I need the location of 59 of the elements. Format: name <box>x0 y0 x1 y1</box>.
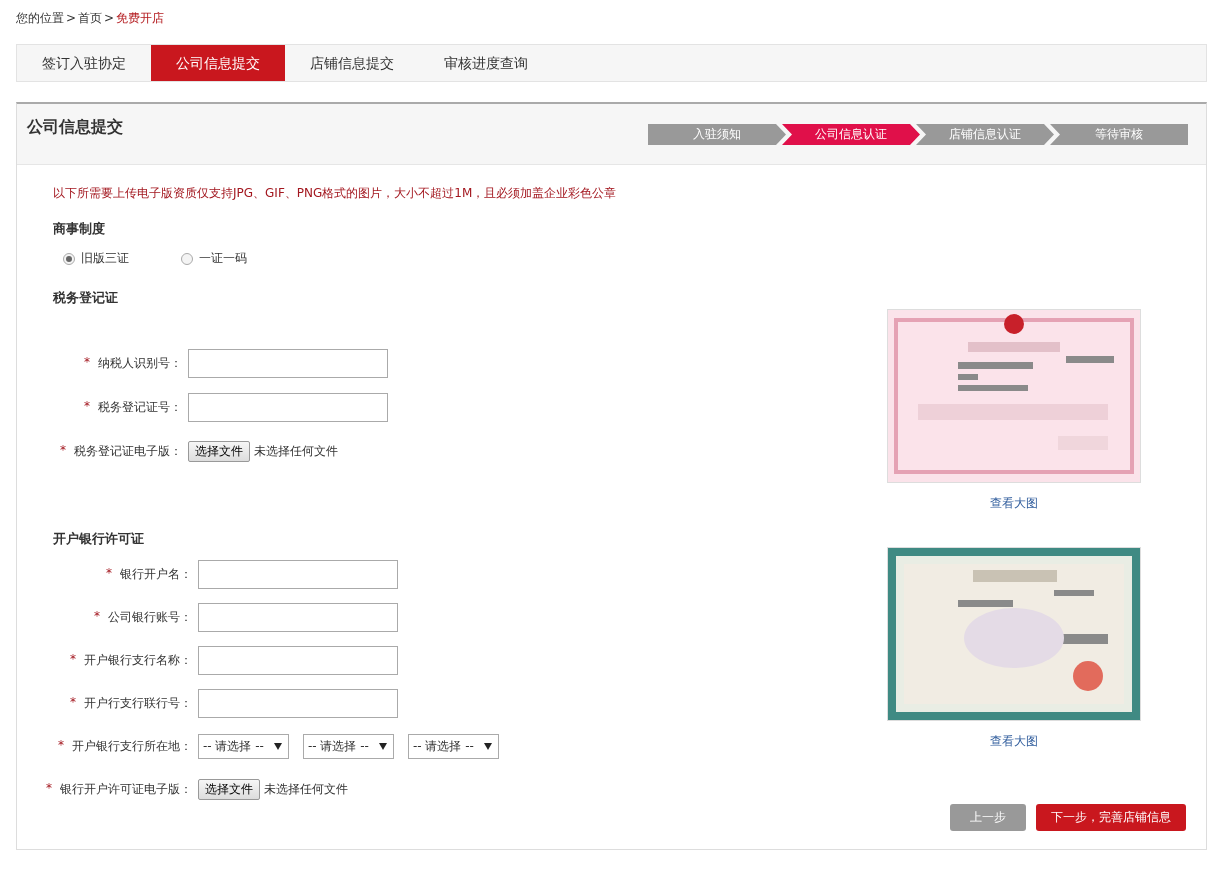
dropdown[interactable]: -- 请选择 -- <box>408 734 499 759</box>
radio-button[interactable] <box>63 252 75 265</box>
radio-label[interactable]: 旧版三证 <box>81 250 129 267</box>
field-label: 银行开户许可证电子版： <box>60 781 192 798</box>
required-mark: * <box>106 566 112 582</box>
field-label: 纳税人识别号： <box>98 355 182 372</box>
next-step-button[interactable]: 下一步，完善店铺信息 <box>1036 804 1186 831</box>
input-field[interactable] <box>188 393 388 422</box>
tab[interactable]: 审核进度查询 <box>419 45 553 81</box>
progress-step: 店铺信息认证 <box>916 124 1054 145</box>
input-field[interactable] <box>198 603 398 632</box>
choose-file-button[interactable]: 选择文件 <box>188 441 250 462</box>
panel-title: 公司信息提交 <box>27 117 123 138</box>
input-field[interactable] <box>188 349 388 378</box>
field-label: 公司银行账号： <box>108 609 192 626</box>
tab[interactable]: 签订入驻协定 <box>17 45 151 81</box>
view-large-link[interactable]: 查看大图 <box>990 495 1038 512</box>
field-label: 开户银行支行名称： <box>84 652 192 669</box>
tab[interactable]: 公司信息提交 <box>151 45 285 81</box>
breadcrumb-separator: > <box>104 11 115 25</box>
breadcrumb-item[interactable]: 首页 <box>78 9 103 27</box>
dropdown-arrow-icon <box>379 743 387 750</box>
input-field[interactable] <box>198 646 398 675</box>
dropdown-arrow-icon <box>274 743 282 750</box>
progress-step: 公司信息认证 <box>782 124 920 145</box>
input-field[interactable] <box>198 560 398 589</box>
section-title: 税务登记证 <box>52 289 119 307</box>
file-status: 未选择任何文件 <box>254 443 338 460</box>
dropdown[interactable]: -- 请选择 -- <box>198 734 289 759</box>
file-status: 未选择任何文件 <box>264 781 348 798</box>
notice-text: 以下所需要上传电子版资质仅支持JPG、GIF、PNG格式的图片，大小不超过1M，且必须加盖企业彩色公章 <box>52 185 618 202</box>
choose-file-button[interactable]: 选择文件 <box>198 779 260 800</box>
breadcrumb-item: 您的位置 <box>16 9 64 27</box>
required-mark: * <box>60 443 66 459</box>
breadcrumb-separator: > <box>66 11 77 25</box>
dropdown-arrow-icon <box>484 743 492 750</box>
view-large-link[interactable]: 查看大图 <box>990 733 1038 750</box>
required-mark: * <box>70 695 76 711</box>
field-label: 税务登记证号： <box>98 399 182 416</box>
required-mark: * <box>84 355 90 371</box>
required-mark: * <box>46 781 52 797</box>
progress-step: 等待审核 <box>1050 124 1188 145</box>
progress-step: 入驻须知 <box>648 124 786 145</box>
input-field[interactable] <box>198 689 398 718</box>
radio-label[interactable]: 一证一码 <box>199 250 247 267</box>
field-label: 银行开户名： <box>120 566 192 583</box>
breadcrumb-item[interactable]: 免费开店 <box>116 9 165 27</box>
field-label: 税务登记证电子版： <box>74 443 182 460</box>
required-mark: * <box>84 399 90 415</box>
required-mark: * <box>70 652 76 668</box>
dropdown[interactable]: -- 请选择 -- <box>303 734 394 759</box>
required-mark: * <box>94 609 100 625</box>
radio-button[interactable] <box>181 252 193 265</box>
field-label: 开户银行支行所在地： <box>72 738 192 755</box>
section-title: 商事制度 <box>52 220 106 238</box>
tab[interactable]: 店铺信息提交 <box>285 45 419 81</box>
section-title: 开户银行许可证 <box>52 530 145 548</box>
field-label: 开户行支行联行号： <box>84 695 192 712</box>
required-mark: * <box>58 738 64 754</box>
